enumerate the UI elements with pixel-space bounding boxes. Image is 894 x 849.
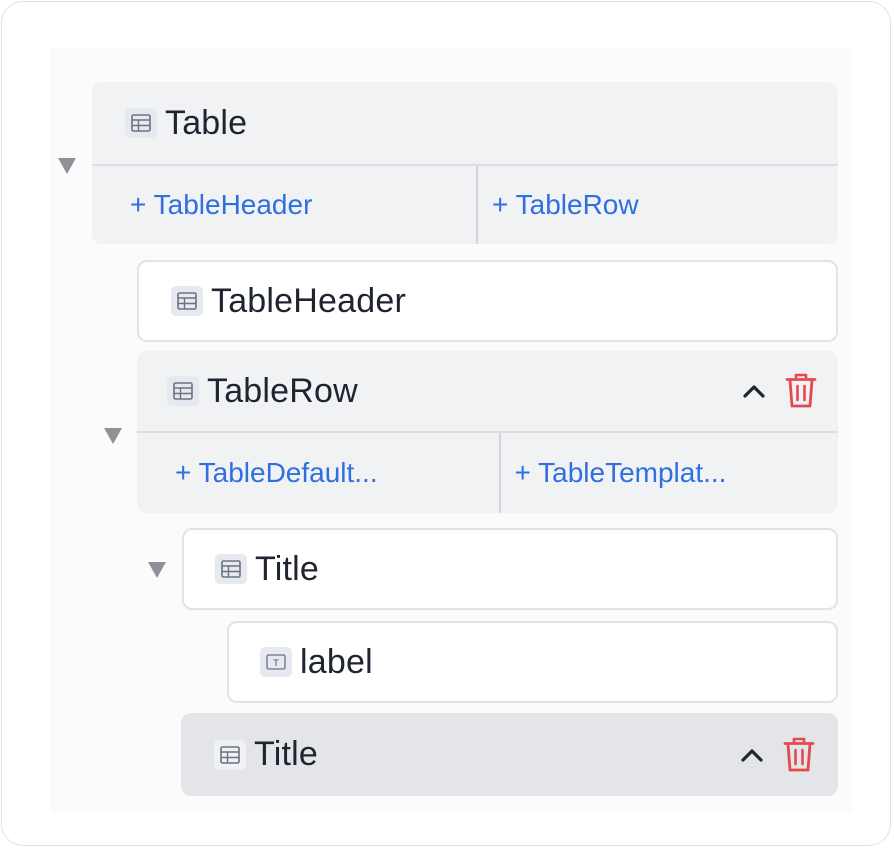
node-label: label bbox=[300, 642, 373, 681]
table-icon bbox=[125, 108, 157, 138]
node-label: Title bbox=[254, 735, 318, 773]
toggle-table-expand-icon[interactable] bbox=[58, 158, 76, 174]
tree-node-tableheader[interactable]: TableHeader bbox=[137, 260, 838, 342]
table-icon bbox=[171, 286, 203, 316]
node-header[interactable]: TableRow bbox=[137, 351, 838, 431]
chevron-up-icon[interactable] bbox=[742, 383, 766, 399]
trash-icon[interactable] bbox=[784, 372, 818, 410]
node-actions bbox=[742, 351, 818, 431]
toggle-title-expand-icon[interactable] bbox=[148, 562, 166, 578]
chevron-up-icon[interactable] bbox=[740, 747, 764, 763]
add-child-bar: + TableHeader + TableRow bbox=[92, 164, 838, 244]
tree-node-title[interactable]: Title bbox=[182, 528, 838, 610]
text-icon-glyph: T bbox=[272, 659, 279, 669]
table-icon bbox=[167, 376, 199, 406]
node-header[interactable]: Table bbox=[92, 82, 838, 164]
node-label: Title bbox=[255, 549, 319, 588]
node-header[interactable]: Title bbox=[184, 530, 836, 608]
node-label: TableRow bbox=[207, 371, 358, 410]
add-child-bar: + TableDefault... + TableTemplat... bbox=[137, 431, 838, 513]
tree-node-label[interactable]: T label bbox=[227, 621, 838, 703]
tree-node-title-selected[interactable]: Title bbox=[181, 713, 838, 796]
node-actions bbox=[740, 713, 816, 796]
node-header[interactable]: T label bbox=[229, 623, 836, 701]
trash-icon[interactable] bbox=[782, 736, 816, 774]
node-header[interactable]: Title bbox=[181, 713, 838, 796]
node-label: Table bbox=[165, 103, 248, 142]
tree-node-table[interactable]: Table + TableHeader + TableRow bbox=[92, 82, 838, 244]
node-header[interactable]: TableHeader bbox=[139, 262, 836, 340]
add-tablerow-button[interactable]: + TableRow bbox=[476, 166, 838, 244]
table-icon bbox=[214, 739, 246, 770]
add-tabletemplate-button[interactable]: + TableTemplat... bbox=[498, 433, 839, 513]
table-icon bbox=[215, 554, 247, 584]
add-tabledefault-button[interactable]: + TableDefault... bbox=[137, 433, 499, 513]
text-icon: T bbox=[260, 647, 292, 677]
tree-node-tablerow[interactable]: TableRow + TableDefault... + TableTempla… bbox=[137, 351, 838, 513]
add-tableheader-button[interactable]: + TableHeader bbox=[92, 166, 476, 244]
node-label: TableHeader bbox=[211, 281, 406, 320]
toggle-tablerow-expand-icon[interactable] bbox=[104, 428, 122, 444]
